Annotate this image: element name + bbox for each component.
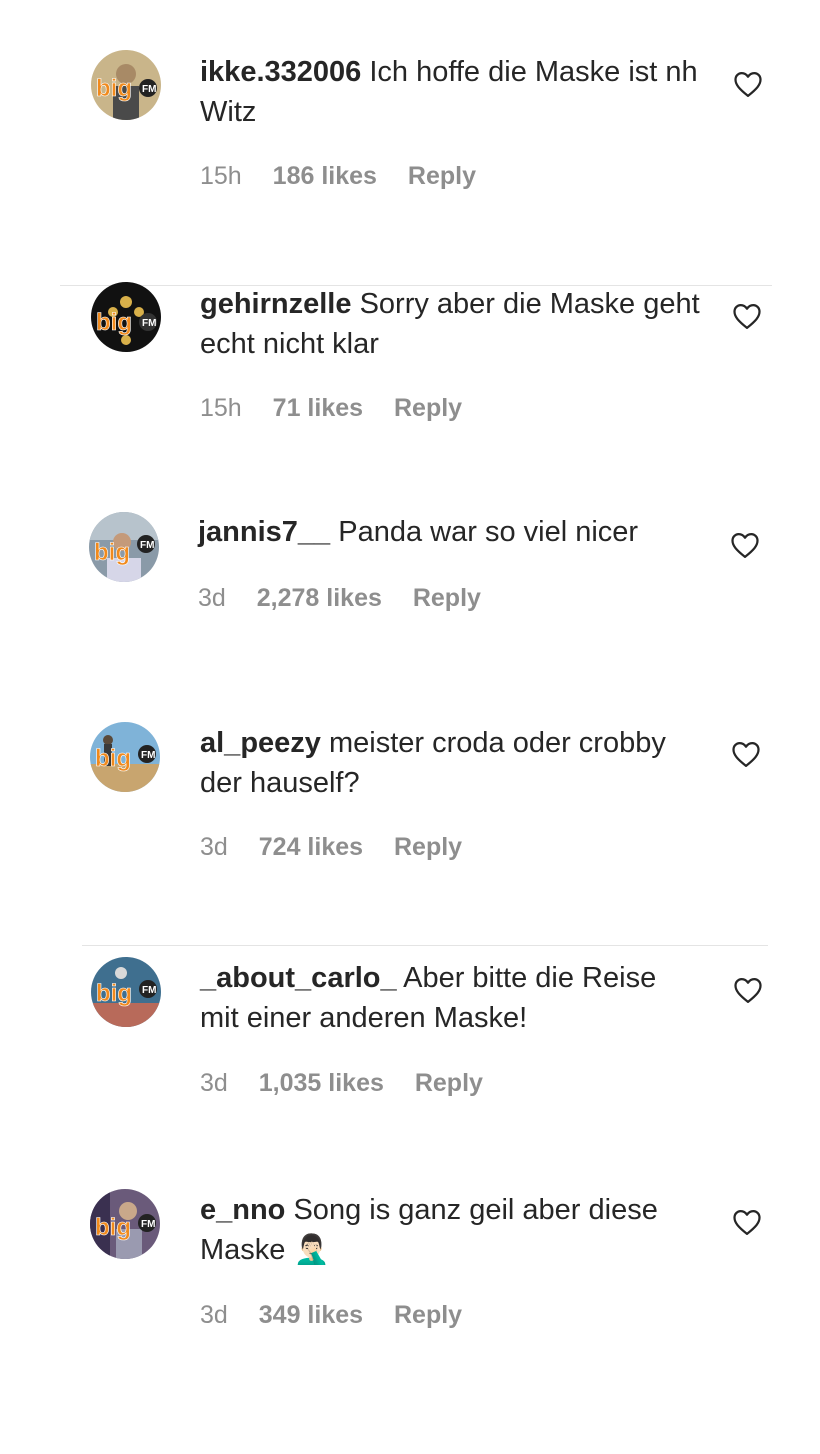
reply-button[interactable]: Reply <box>394 394 462 422</box>
comment-likes[interactable]: 349 likes <box>259 1301 363 1329</box>
avatar-logo-text: big <box>95 745 131 772</box>
avatar[interactable]: big FM <box>91 957 161 1027</box>
comment-time: 3d <box>200 833 228 861</box>
comment-text-block: al_peezy meister croda oder crobby der h… <box>200 723 700 803</box>
comment-meta: 3d 1,035 likes Reply <box>200 1068 507 1098</box>
avatar-logo-badge: FM <box>142 985 156 996</box>
heart-outline-icon[interactable] <box>731 740 761 768</box>
comment-text-block: _about_carlo_ Aber bitte die Reise mit e… <box>200 958 700 1038</box>
comment-text-block: gehirnzelle Sorry aber die Maske geht ec… <box>200 284 700 364</box>
comment-meta: 3d 349 likes Reply <box>200 1300 486 1330</box>
avatar[interactable]: big FM <box>91 50 161 120</box>
bigfm-logo-avatar: big FM <box>90 722 160 792</box>
comment-meta: 3d 724 likes Reply <box>200 832 486 862</box>
bigfm-logo-avatar: big FM <box>90 1189 160 1259</box>
avatar-logo-badge: FM <box>141 1219 155 1230</box>
avatar-logo-text: big <box>94 539 130 566</box>
comment-time: 3d <box>198 584 226 612</box>
heart-outline-icon[interactable] <box>732 1208 762 1236</box>
comment-time: 3d <box>200 1301 228 1329</box>
comment-username[interactable]: _about_carlo_ <box>200 962 397 994</box>
comment-username[interactable]: al_peezy <box>200 727 321 759</box>
avatar-logo-text: big <box>96 980 132 1007</box>
avatar[interactable]: big FM <box>90 722 160 792</box>
comment-meta: 15h 71 likes Reply <box>200 393 486 423</box>
avatar[interactable]: big FM <box>89 512 159 582</box>
avatar-logo-text: big <box>96 309 132 336</box>
comment-time: 3d <box>200 1069 228 1097</box>
comment-likes[interactable]: 186 likes <box>273 162 377 190</box>
comment-meta: 3d 2,278 likes Reply <box>198 583 505 613</box>
avatar-logo-badge: FM <box>142 318 156 329</box>
comment-time: 15h <box>200 394 242 422</box>
avatar-logo-badge: FM <box>141 750 155 761</box>
reply-button[interactable]: Reply <box>415 1069 483 1097</box>
comment-username[interactable]: e_nno <box>200 1194 285 1226</box>
comment-likes[interactable]: 2,278 likes <box>257 584 382 612</box>
comment-likes[interactable]: 71 likes <box>273 394 363 422</box>
comment-body: Panda war so viel nicer <box>338 516 639 548</box>
reply-button[interactable]: Reply <box>413 584 481 612</box>
comment-meta: 15h 186 likes Reply <box>200 161 500 191</box>
reply-button[interactable]: Reply <box>394 1301 462 1329</box>
heart-outline-icon[interactable] <box>733 70 763 98</box>
comment-likes[interactable]: 724 likes <box>259 833 363 861</box>
avatar-logo-badge: FM <box>142 84 156 95</box>
comment-username[interactable]: gehirnzelle <box>200 288 352 320</box>
avatar-logo-text: big <box>95 1214 131 1241</box>
bigfm-logo-avatar: big FM <box>89 512 159 582</box>
avatar-logo-badge: FM <box>140 540 154 551</box>
avatar-logo-text: big <box>96 75 132 102</box>
avatar[interactable]: big FM <box>90 1189 160 1259</box>
avatar[interactable]: big FM <box>91 282 161 352</box>
bigfm-logo-avatar: big FM <box>91 957 161 1027</box>
divider <box>82 945 768 946</box>
reply-button[interactable]: Reply <box>408 162 476 190</box>
comment-time: 15h <box>200 162 242 190</box>
heart-outline-icon[interactable] <box>733 976 763 1004</box>
heart-outline-icon[interactable] <box>732 302 762 330</box>
comment-text-block: jannis7__ Panda war so viel nicer <box>198 512 698 552</box>
reply-button[interactable]: Reply <box>394 833 462 861</box>
bigfm-logo-avatar: big FM <box>91 282 161 352</box>
bigfm-logo-avatar: big FM <box>91 50 161 120</box>
heart-outline-icon[interactable] <box>730 531 760 559</box>
comment-username[interactable]: jannis7__ <box>198 516 330 548</box>
comment-text-block: e_nno Song is ganz geil aber diese Maske… <box>200 1190 700 1270</box>
comment-text-block: ikke.332006 Ich hoffe die Maske ist nh W… <box>200 52 700 132</box>
comment-likes[interactable]: 1,035 likes <box>259 1069 384 1097</box>
comment-username[interactable]: ikke.332006 <box>200 56 361 88</box>
